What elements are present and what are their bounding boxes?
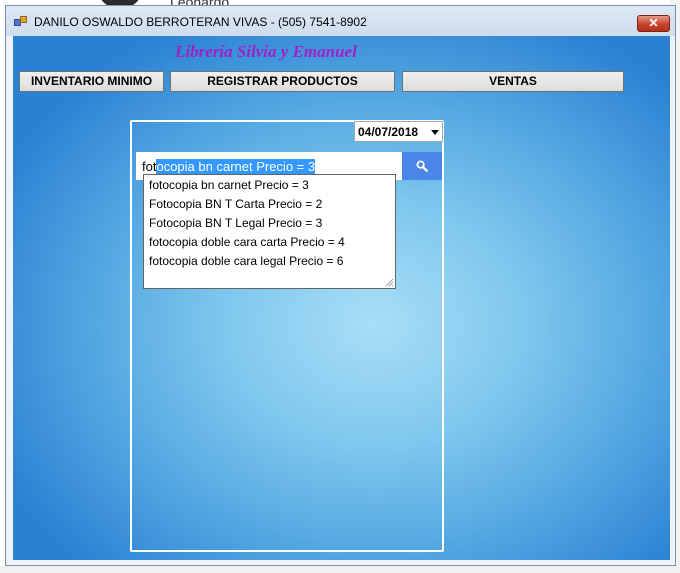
store-title: Librería Silvia y Emanuel xyxy=(175,42,357,61)
inventario-minimo-button[interactable]: INVENTARIO MINIMO xyxy=(19,71,164,92)
autocomplete-list: fotocopia bn carnet Precio = 3 Fotocopia… xyxy=(143,174,396,289)
background-bottom-edge xyxy=(0,566,680,573)
resize-grip-icon[interactable] xyxy=(384,277,394,287)
search-typed-text: fot xyxy=(142,159,157,174)
app-window: DANILO OSWALDO BERROTERAN VIVAS - (505) … xyxy=(5,5,676,566)
suggestion-item[interactable]: Fotocopia BN T Carta Precio = 2 xyxy=(149,197,322,211)
registrar-productos-button[interactable]: REGISTRAR PRODUCTOS xyxy=(170,71,395,92)
ventas-button[interactable]: VENTAS xyxy=(402,71,624,92)
date-picker[interactable]: 04/07/2018 xyxy=(354,121,443,142)
desktop: Leonardo DANILO OSWALDO BERROTERAN VIVAS… xyxy=(0,0,680,573)
main-form: Librería Silvia y Emanuel INVENTARIO MIN… xyxy=(13,36,670,560)
search-autocomplete-selection: ocopia bn carnet Precio = 3 xyxy=(156,159,316,174)
magnifier-icon xyxy=(416,160,428,172)
date-value: 04/07/2018 xyxy=(358,125,419,139)
window-title: DANILO OSWALDO BERROTERAN VIVAS - (505) … xyxy=(34,15,367,29)
suggestion-item[interactable]: fotocopia bn carnet Precio = 3 xyxy=(149,178,309,192)
suggestion-item[interactable]: fotocopia doble cara legal Precio = 6 xyxy=(149,254,343,268)
suggestion-item[interactable]: Fotocopia BN T Legal Precio = 3 xyxy=(149,216,322,230)
search-button[interactable] xyxy=(402,152,442,180)
chevron-down-icon[interactable] xyxy=(431,130,439,135)
close-button[interactable]: ✕ xyxy=(637,15,670,32)
suggestion-item[interactable]: fotocopia doble cara carta Precio = 4 xyxy=(149,235,345,249)
app-window-icon xyxy=(14,16,27,26)
title-bar[interactable]: DANILO OSWALDO BERROTERAN VIVAS - (505) … xyxy=(6,6,675,36)
